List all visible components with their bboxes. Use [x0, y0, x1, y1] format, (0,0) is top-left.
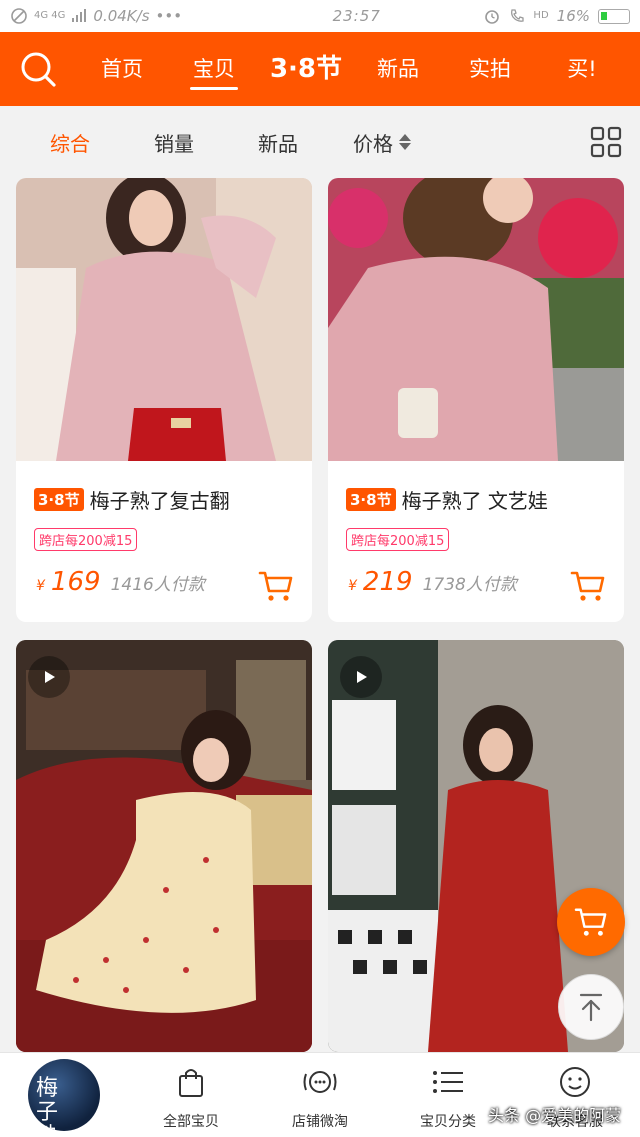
tab-categories[interactable]: 宝贝分类	[393, 1065, 503, 1131]
product-image[interactable]	[16, 640, 312, 1052]
product-image[interactable]	[16, 178, 312, 461]
network-speed: 0.04K/s	[93, 7, 150, 25]
sort-arrows-icon	[399, 134, 411, 150]
festival-tag: 3·8节	[346, 488, 396, 511]
grid-icon	[590, 126, 622, 158]
top-nav: 首页 宝贝 3·8节 新品 实拍 买!	[0, 32, 640, 106]
grid-view-toggle[interactable]	[590, 126, 622, 158]
product-info: 3·8节 梅子熟了复古翻 跨店每200减15 ¥169 1416人付款	[16, 461, 312, 622]
tab-items[interactable]: 宝贝	[168, 32, 260, 106]
tab-new[interactable]: 新品	[352, 32, 444, 106]
feed-icon	[265, 1065, 375, 1099]
shop-logo-text: 梅子熟了	[36, 1076, 59, 1132]
price-row: ¥169 1416人付款	[36, 567, 205, 597]
product-image[interactable]	[328, 178, 624, 461]
tab-real-photos[interactable]: 实拍	[444, 32, 536, 106]
sold-count: 1416人付款	[110, 575, 205, 595]
product-card[interactable]: 3·8节 梅子熟了 文艺娃 跨店每200减15 ¥219 1738人付款	[328, 178, 624, 622]
product-price: ¥219	[348, 567, 413, 597]
promo-badge: 跨店每200减15	[34, 528, 138, 551]
status-right: HD 16%	[483, 7, 630, 25]
status-left: 4G 4G 0.04K/s •••	[10, 7, 270, 25]
search-icon	[21, 52, 56, 87]
play-icon	[357, 671, 367, 683]
tab-home[interactable]: 首页	[76, 32, 168, 106]
network-indicator: 4G 4G	[34, 10, 66, 21]
add-to-cart-button[interactable]	[258, 569, 294, 603]
video-play-button[interactable]	[340, 656, 382, 698]
promo-badge: 跨店每200减15	[346, 528, 450, 551]
signal-icon	[72, 9, 87, 22]
filter-price-label: 价格	[353, 131, 393, 156]
add-to-cart-button[interactable]	[570, 569, 606, 603]
filter-new[interactable]: 新品	[226, 128, 330, 157]
hd-indicator: HD	[533, 10, 549, 21]
cart-icon	[258, 571, 293, 601]
back-to-top-button[interactable]	[558, 974, 624, 1040]
chat-face-icon	[520, 1065, 630, 1099]
filter-bar: 综合 销量 新品 价格	[0, 106, 640, 178]
arrow-up-icon	[579, 993, 603, 1022]
search-button[interactable]	[0, 32, 76, 106]
list-icon	[393, 1065, 503, 1099]
status-time: 23:57	[332, 7, 381, 25]
battery-percent: 16%	[556, 7, 590, 25]
product-card[interactable]	[16, 640, 312, 1052]
floating-cart-button[interactable]	[557, 888, 625, 956]
tab-categories-label: 宝贝分类	[420, 1114, 476, 1130]
play-icon	[45, 671, 55, 683]
filter-overall[interactable]: 综合	[18, 128, 122, 157]
cart-icon	[574, 908, 607, 936]
tab-shop-feed-label: 店铺微淘	[292, 1114, 348, 1130]
cart-icon	[570, 571, 605, 601]
product-card[interactable]: 3·8节 梅子熟了复古翻 跨店每200减15 ¥169 1416人付款	[16, 178, 312, 622]
product-title-row[interactable]: 3·8节 梅子熟了复古翻	[34, 485, 306, 514]
shopping-bag-icon	[136, 1065, 246, 1099]
tab-shop-feed[interactable]: 店铺微淘	[265, 1065, 375, 1131]
tab-festival[interactable]: 3·8节	[260, 32, 352, 106]
product-info: 3·8节 梅子熟了 文艺娃 跨店每200减15 ¥219 1738人付款	[328, 461, 624, 622]
product-title: 梅子熟了复古翻	[89, 489, 230, 513]
no-disturb-icon	[11, 8, 27, 24]
festival-tag: 3·8节	[34, 488, 84, 511]
battery-icon	[598, 8, 630, 24]
call-icon	[511, 9, 525, 22]
product-title-row[interactable]: 3·8节 梅子熟了 文艺娃	[346, 485, 618, 514]
shop-logo[interactable]: 梅子熟了	[28, 1059, 100, 1131]
tab-all-items-label: 全部宝贝	[163, 1114, 219, 1130]
tab-buy[interactable]: 买!	[536, 32, 628, 106]
product-price: ¥169	[36, 567, 101, 597]
status-dots: •••	[155, 7, 183, 25]
filter-sales[interactable]: 销量	[122, 128, 226, 157]
price-row: ¥219 1738人付款	[348, 567, 517, 597]
video-play-button[interactable]	[28, 656, 70, 698]
filter-price[interactable]: 价格	[330, 128, 434, 157]
alarm-icon	[485, 10, 500, 24]
status-bar: 4G 4G 0.04K/s ••• 23:57 HD 16%	[0, 0, 640, 32]
product-title: 梅子熟了 文艺娃	[401, 489, 548, 513]
watermark: 头条 @爱美的阿蒙	[488, 1106, 622, 1125]
sold-count: 1738人付款	[422, 575, 517, 595]
nav-tabs: 首页 宝贝 3·8节 新品 实拍 买!	[76, 32, 628, 106]
tab-all-items[interactable]: 全部宝贝	[136, 1065, 246, 1131]
